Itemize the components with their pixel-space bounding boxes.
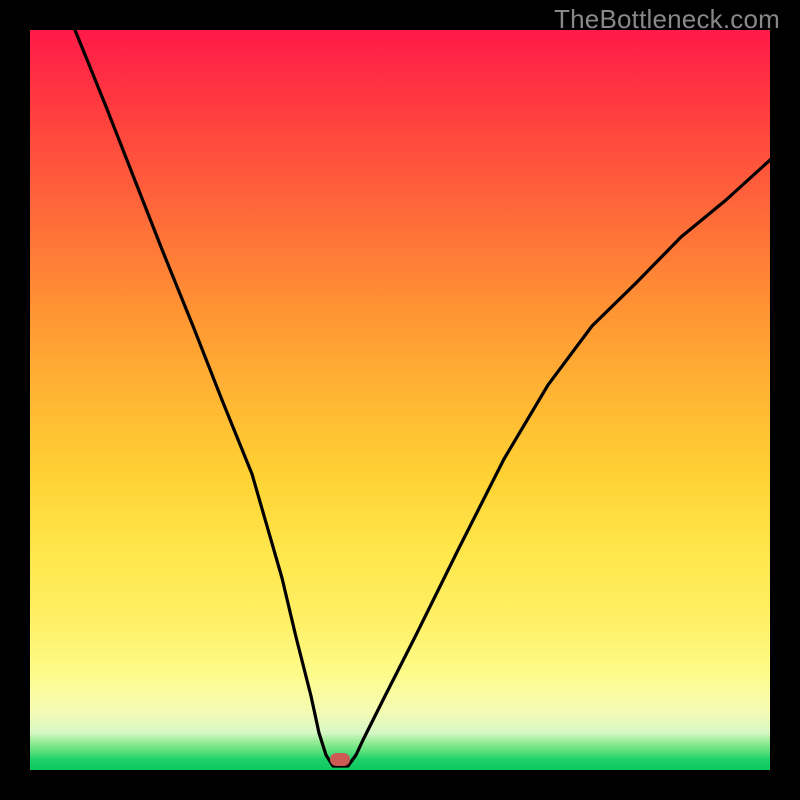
bottleneck-curve (30, 30, 770, 770)
optimal-point-marker (330, 753, 350, 766)
curve-path (75, 30, 770, 766)
chart-container: TheBottleneck.com (0, 0, 800, 800)
plot-area (30, 30, 770, 770)
